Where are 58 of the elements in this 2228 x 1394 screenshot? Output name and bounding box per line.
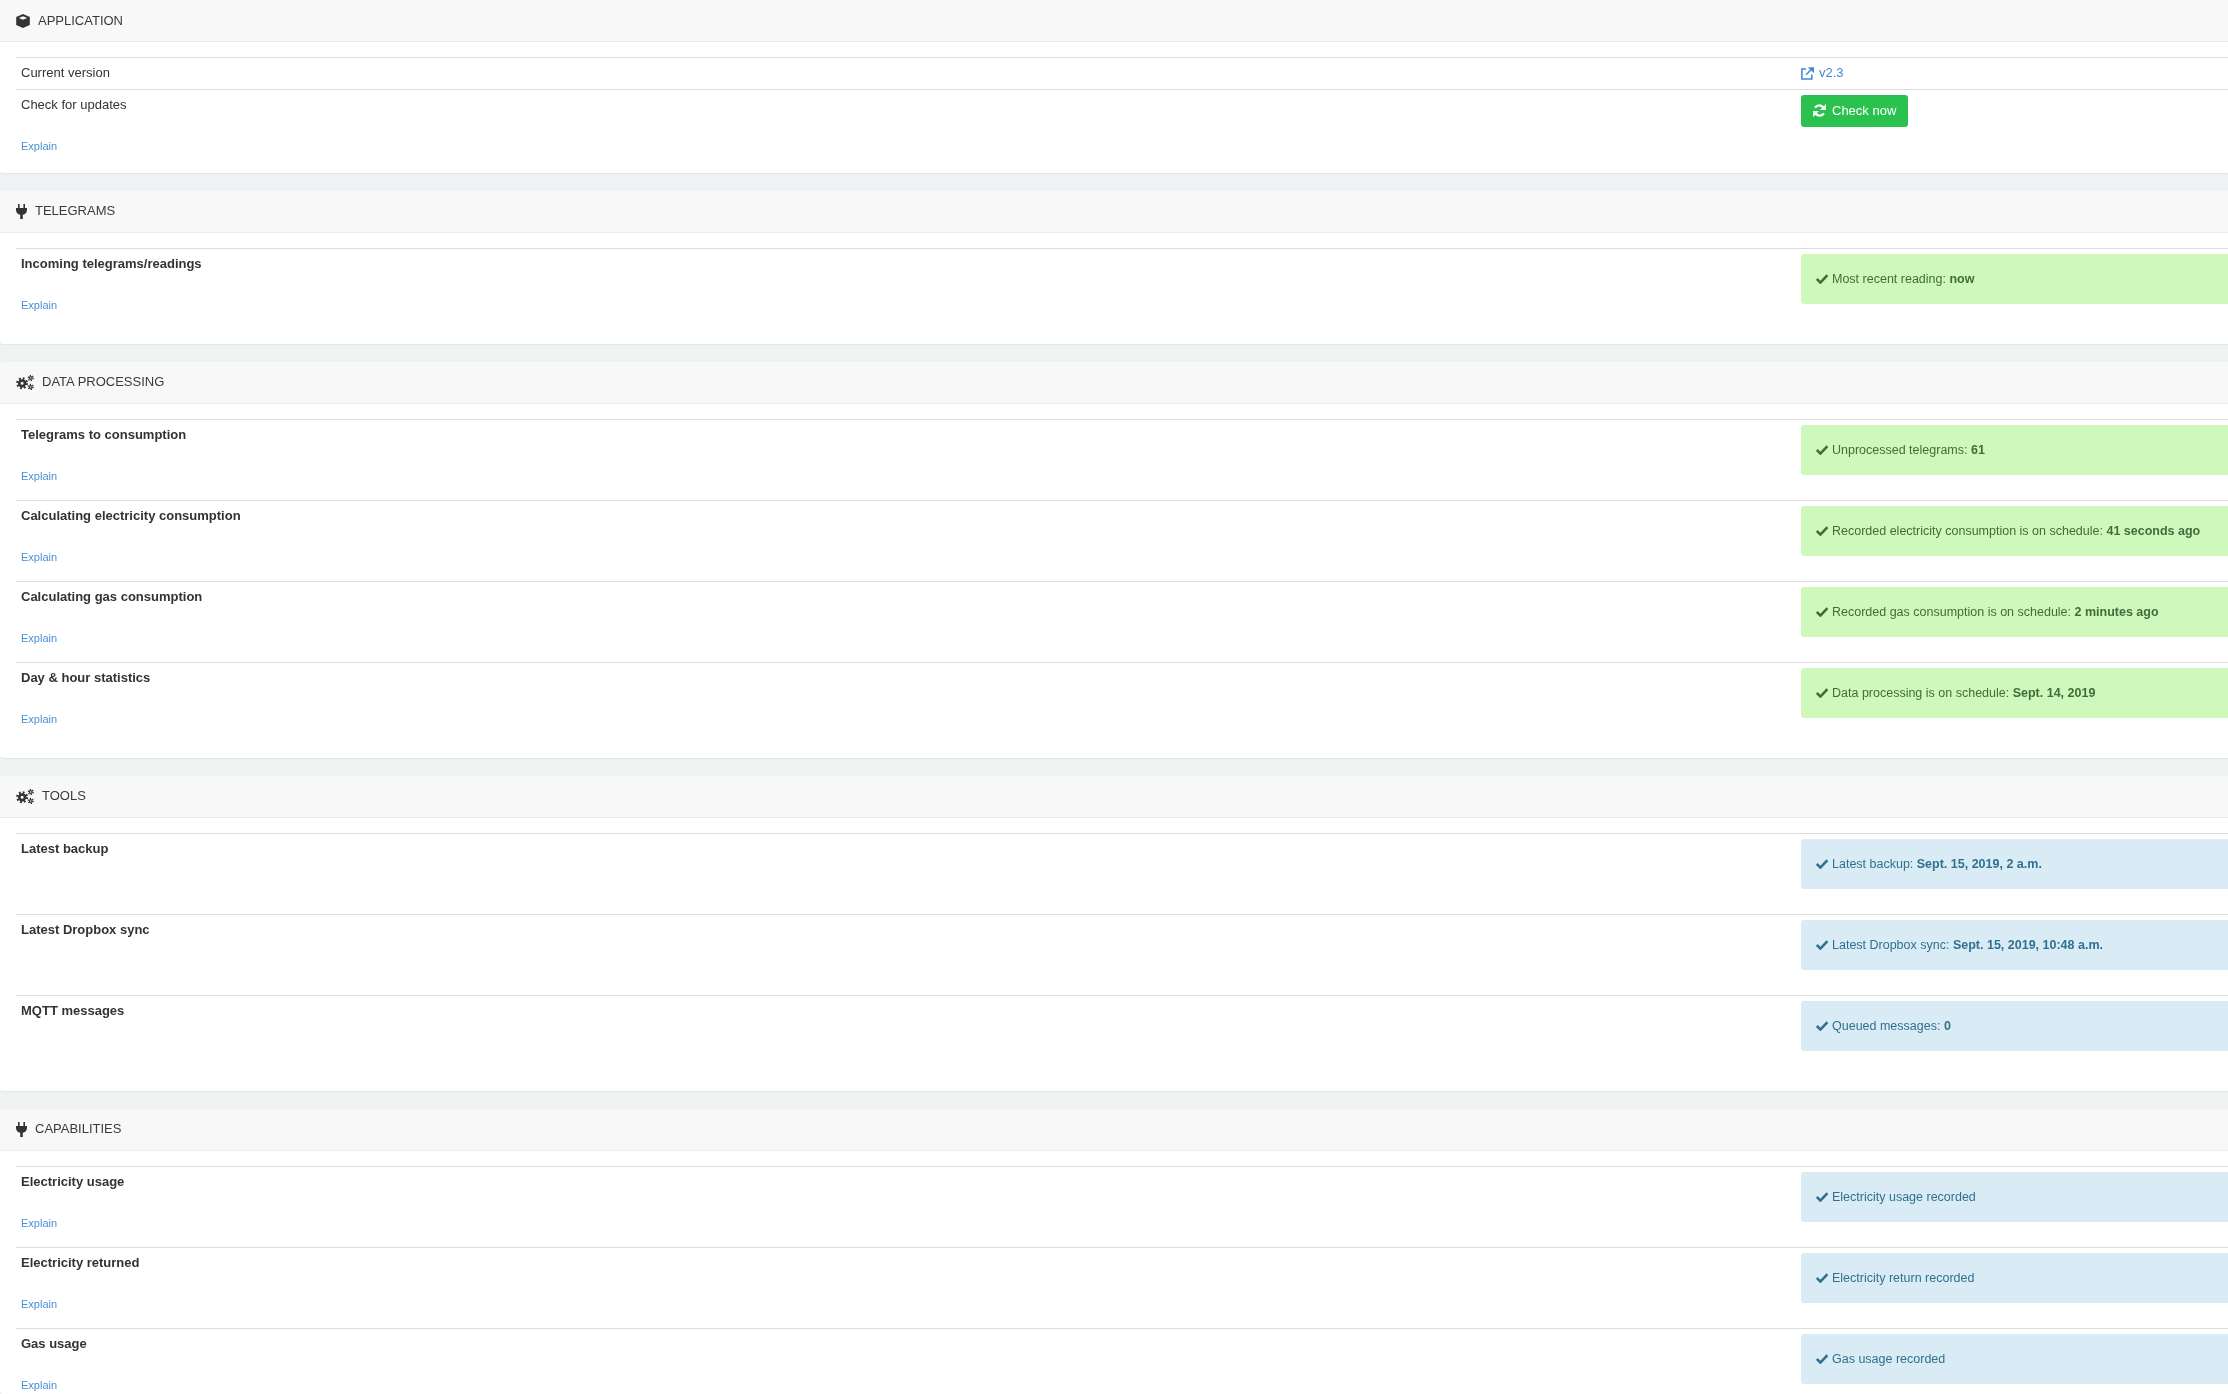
row-label: Check for updates [21, 95, 127, 114]
external-link-icon [1801, 66, 1814, 80]
status-message: Data processing is on schedule: Sept. 14, 2019 [1832, 684, 2096, 701]
explain-link[interactable]: Explain [21, 139, 58, 153]
row-label: Latest Dropbox sync [21, 920, 150, 939]
version-link[interactable]: v2.3 [1801, 63, 1844, 83]
status-message: Gas usage recorded [1832, 1350, 1946, 1367]
row-label: Telegrams to consumption [21, 425, 187, 444]
explain-link[interactable]: Explain [21, 1378, 58, 1392]
check-icon [1816, 273, 1828, 284]
status-message: Most recent reading: now [1832, 270, 1975, 287]
check-icon [1816, 444, 1828, 455]
check-icon [1816, 687, 1828, 698]
row-label: Incoming telegrams/readings [21, 254, 202, 273]
status-message: Unprocessed telegrams: 61 [1832, 441, 1985, 458]
check-now-button[interactable]: Check now [1801, 94, 1909, 127]
row-label: Calculating gas consumption [21, 587, 203, 606]
check-icon [1816, 525, 1828, 536]
gears-icon [16, 374, 34, 390]
check-icon [1816, 606, 1828, 617]
check-icon [1816, 1272, 1828, 1283]
status-message: Recorded electricity consumption is on schedule: 41 seconds ago [1832, 522, 2201, 539]
status-message: Latest backup: Sept. 15, 2019, 2 a.m. [1832, 855, 2042, 872]
explain-link[interactable]: Explain [21, 1216, 58, 1230]
status-message: Electricity return recorded [1832, 1269, 1975, 1286]
explain-link[interactable]: Explain [21, 298, 58, 312]
section-title: CAPABILITIES [35, 1121, 122, 1137]
check-icon [1816, 1353, 1828, 1364]
section-title: TELEGRAMS [35, 203, 116, 219]
explain-link[interactable]: Explain [21, 469, 58, 483]
status-message: Electricity usage recorded [1832, 1188, 1976, 1205]
row-label: Electricity usage [21, 1172, 125, 1191]
explain-link[interactable]: Explain [21, 631, 58, 645]
status-message: Recorded gas consumption is on schedule: 2 minutes ago [1832, 603, 2159, 620]
plug-icon [16, 203, 27, 219]
explain-link[interactable]: Explain [21, 1297, 58, 1311]
section-title: DATA PROCESSING [42, 374, 165, 390]
check-icon [1816, 1020, 1828, 1031]
plug-icon [16, 1121, 27, 1137]
explain-link[interactable]: Explain [21, 550, 58, 564]
status-message: Latest Dropbox sync: Sept. 15, 2019, 10:48 a.m. [1832, 936, 2103, 953]
check-icon [1816, 858, 1828, 869]
cube-icon [16, 13, 30, 28]
gears-icon [16, 788, 34, 804]
row-label: Day & hour statistics [21, 668, 151, 687]
row-label: Gas usage [21, 1334, 87, 1353]
row-label: Calculating electricity consumption [21, 506, 241, 525]
status-message: Queued messages: 0 [1832, 1017, 1951, 1034]
row-label: Electricity returned [21, 1253, 140, 1272]
row-label: Current version [21, 64, 110, 82]
check-icon [1816, 939, 1828, 950]
row-label: Latest backup [21, 839, 109, 858]
section-title: TOOLS [42, 788, 86, 804]
section-title: APPLICATION [38, 12, 123, 29]
refresh-icon [1813, 104, 1826, 117]
check-icon [1816, 1191, 1828, 1202]
row-label: MQTT messages [21, 1001, 125, 1020]
explain-link[interactable]: Explain [21, 712, 58, 726]
